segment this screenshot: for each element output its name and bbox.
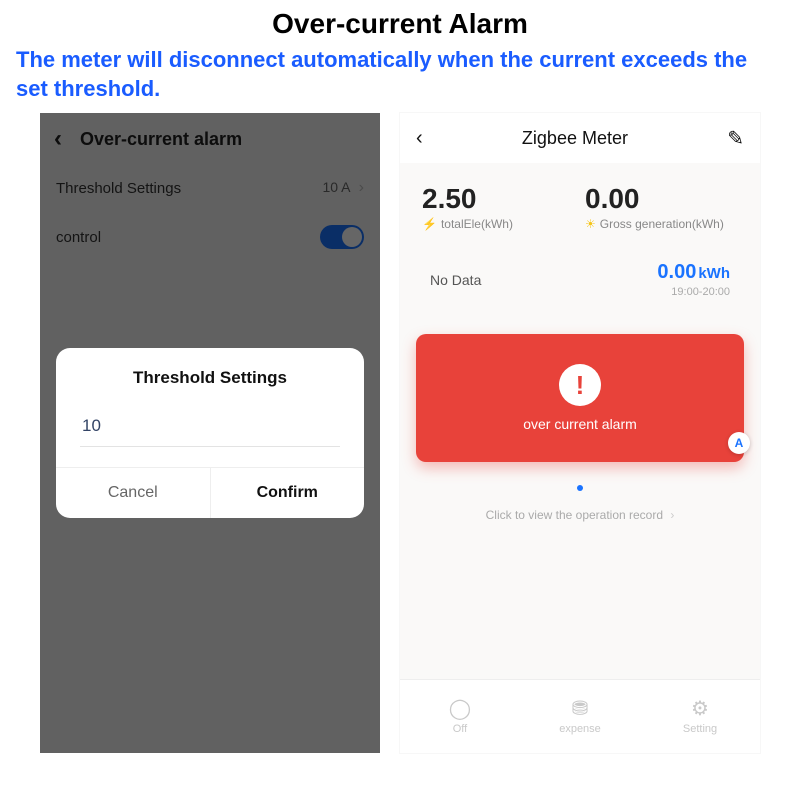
gear-icon: ⚙: [691, 699, 709, 719]
stat-gross-gen: 0.00 ☀ Gross generation(kWh): [585, 183, 738, 231]
chevron-right-icon: ›: [670, 508, 674, 522]
edit-icon[interactable]: ✎: [727, 126, 744, 151]
kwh-time-range: 19:00-20:00: [657, 286, 730, 298]
operation-record-link[interactable]: Click to view the operation record ›: [400, 500, 760, 540]
gross-gen-value: 0.00: [585, 183, 738, 215]
back-icon[interactable]: ‹: [416, 127, 423, 150]
stats-row: 2.50 ⚡ totalEle(kWh) 0.00 ☀ Gross generati…: [400, 163, 760, 241]
page-subheading: The meter will disconnect automatically …: [0, 40, 800, 113]
modal-overlay: Threshold Settings Cancel Confirm: [40, 113, 380, 753]
dialog-title: Threshold Settings: [56, 348, 364, 410]
mid-row: No Data 0.00kWh 19:00-20:00: [400, 241, 760, 328]
threshold-input[interactable]: [80, 410, 340, 447]
bottom-item-setting[interactable]: ⚙ Setting: [640, 680, 760, 753]
kwh-reading: 0.00kWh 19:00-20:00: [657, 261, 730, 298]
threshold-dialog: Threshold Settings Cancel Confirm: [56, 348, 364, 518]
phone-overcurrent-settings: ‹ Over-current alarm Threshold Settings …: [40, 113, 380, 753]
pager-dot-active: [577, 485, 583, 491]
bolt-icon: ⚡: [422, 217, 437, 231]
no-data-label: No Data: [430, 272, 481, 288]
cancel-button[interactable]: Cancel: [56, 468, 211, 518]
sun-icon: ☀: [585, 217, 596, 231]
bottom-expense-label: expense: [559, 723, 601, 735]
kwh-value: 0.00: [657, 261, 696, 283]
toggle-icon: ◯: [449, 699, 471, 719]
pager: [400, 472, 760, 500]
header-title: Zigbee Meter: [522, 128, 628, 149]
bottom-item-expense[interactable]: ⛃ expense: [520, 680, 640, 753]
bottom-item-off[interactable]: ◯ Off: [400, 680, 520, 753]
bottom-bar: ◯ Off ⛃ expense ⚙ Setting: [400, 679, 760, 753]
record-text: Click to view the operation record: [486, 508, 663, 522]
alarm-card[interactable]: ! over current alarm A: [416, 334, 744, 462]
page-heading: Over-current Alarm: [0, 8, 800, 40]
total-ele-label: totalEle(kWh): [441, 217, 513, 231]
badge-a[interactable]: A: [728, 432, 750, 454]
kwh-unit: kWh: [698, 265, 730, 282]
exclamation-icon: !: [559, 364, 601, 406]
coins-icon: ⛃: [572, 699, 589, 719]
alarm-message: over current alarm: [523, 416, 637, 432]
total-ele-value: 2.50: [422, 183, 575, 215]
bottom-off-label: Off: [453, 723, 467, 735]
confirm-button[interactable]: Confirm: [211, 468, 365, 518]
gross-gen-label: Gross generation(kWh): [600, 217, 724, 231]
stat-total-ele: 2.50 ⚡ totalEle(kWh): [422, 183, 575, 231]
bottom-setting-label: Setting: [683, 723, 717, 735]
header: ‹ Zigbee Meter ✎: [400, 113, 760, 163]
phone-zigbee-meter: ‹ Zigbee Meter ✎ 2.50 ⚡ totalEle(kWh) 0.0…: [400, 113, 760, 753]
